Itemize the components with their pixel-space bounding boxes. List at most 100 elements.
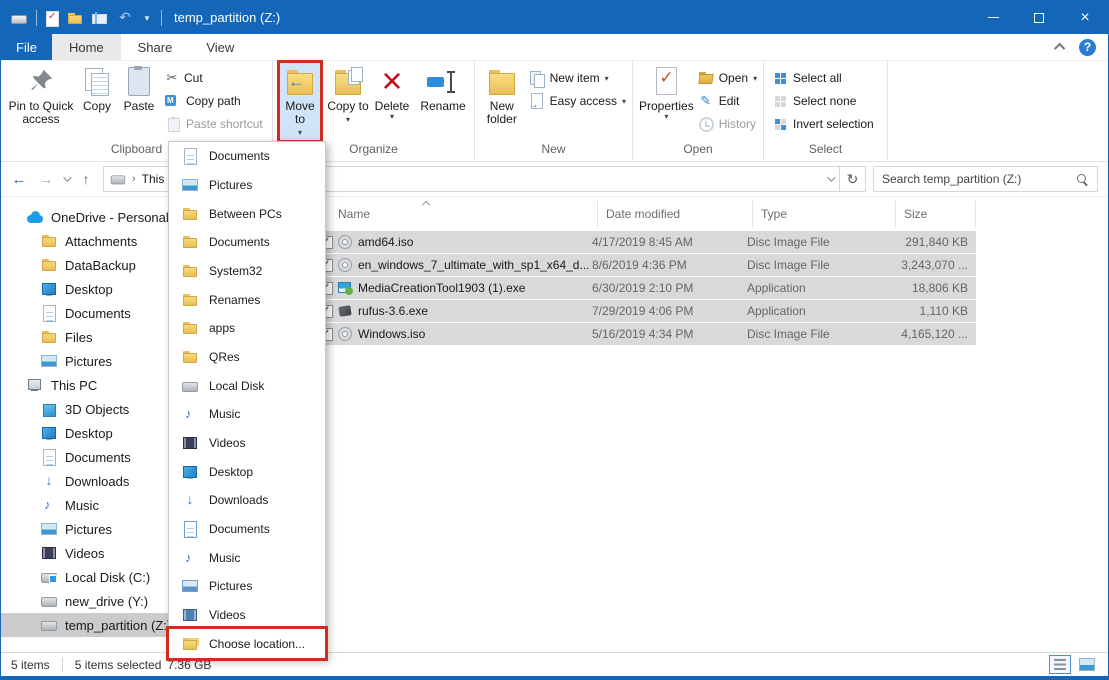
new-item-icon [529, 70, 545, 86]
select-all-button[interactable]: Select all [770, 69, 878, 87]
collapse-ribbon-icon[interactable] [1054, 43, 1065, 54]
menu-item-icon [182, 177, 198, 193]
new-folder-quick-icon[interactable] [67, 10, 83, 26]
menu-item[interactable]: Music [169, 400, 325, 429]
back-button[interactable]: ← [9, 171, 29, 188]
menu-item[interactable]: Documents [169, 515, 325, 544]
copy-button[interactable]: Copy [77, 63, 117, 140]
new-item-button[interactable]: New item▾ [525, 69, 630, 87]
menu-item[interactable]: Videos [169, 601, 325, 630]
maximize-button[interactable] [1016, 1, 1062, 34]
copy-path-icon [165, 93, 181, 109]
file-row[interactable]: amd64.iso 4/17/2019 8:45 AM Disc Image F… [319, 231, 976, 253]
minimize-button[interactable] [970, 1, 1016, 34]
sidebar-item-icon [41, 329, 57, 345]
cut-button[interactable]: ✂ Cut [161, 69, 267, 87]
menu-item[interactable]: Between PCs [169, 199, 325, 228]
file-size: 3,243,070 ... [890, 258, 968, 272]
search-input[interactable] [882, 172, 1070, 186]
select-none-button[interactable]: Select none [770, 92, 878, 110]
address-dropdown-icon[interactable] [827, 173, 835, 181]
sidebar-item-label: This PC [51, 378, 97, 393]
rename-button[interactable]: Rename [415, 63, 471, 140]
forward-button[interactable]: → [36, 171, 56, 188]
close-button[interactable]: × [1062, 1, 1108, 34]
tab-file[interactable]: File [1, 34, 52, 60]
selection-count: 5 items selected [75, 658, 162, 672]
edit-button[interactable]: ✎ Edit [694, 92, 761, 110]
menu-item[interactable]: Pictures [169, 171, 325, 200]
refresh-button[interactable]: ↻ [840, 166, 866, 192]
sidebar-item-label: Music [65, 498, 99, 513]
tab-home[interactable]: Home [52, 34, 121, 60]
pin-to-quick-access-button[interactable]: Pin to Quick access [5, 63, 77, 140]
history-button[interactable]: History [694, 115, 761, 133]
new-folder-icon [486, 66, 518, 98]
large-icons-view-button[interactable] [1076, 655, 1098, 674]
breadcrumb-chevron: › [132, 173, 136, 185]
paste-shortcut-button[interactable]: Paste shortcut [161, 115, 267, 133]
column-header-date-modified[interactable]: Date modified [598, 201, 753, 227]
history-icon [698, 116, 714, 132]
move-to-button[interactable]: ← Move to▾ [280, 63, 320, 140]
file-row[interactable]: rufus-3.6.exe 7/29/2019 4:06 PM Applicat… [319, 300, 976, 322]
menu-item-icon [182, 550, 198, 566]
file-row[interactable]: MediaCreationTool1903 (1).exe 6/30/2019 … [319, 277, 976, 299]
menu-item-icon [182, 406, 198, 422]
file-row[interactable]: en_windows_7_ultimate_with_sp1_x64_d... … [319, 254, 976, 276]
delete-button[interactable]: × Delete▾ [369, 63, 415, 140]
paste-button[interactable]: Paste [117, 63, 161, 140]
open-button[interactable]: Open▾ [694, 69, 761, 87]
menu-item-icon [182, 607, 198, 623]
menu-item[interactable]: Documents [169, 142, 325, 171]
column-header-size[interactable]: Size [896, 201, 976, 227]
sidebar-item-label: Desktop [65, 282, 113, 297]
menu-item[interactable]: apps [169, 314, 325, 343]
menu-item[interactable]: Documents [169, 228, 325, 257]
copy-path-button[interactable]: Copy path [161, 92, 267, 110]
menu-item[interactable]: Pictures [169, 572, 325, 601]
column-header-name[interactable]: Name [319, 201, 598, 227]
invert-selection-button[interactable]: Invert selection [770, 115, 878, 133]
qat-separator [161, 10, 162, 26]
recent-locations-icon[interactable] [63, 173, 71, 181]
menu-item[interactable]: Desktop [169, 457, 325, 486]
tab-view[interactable]: View [189, 34, 251, 60]
pin-icon [25, 66, 57, 98]
copy-to-icon [332, 66, 364, 98]
menu-item[interactable]: Videos [169, 429, 325, 458]
properties-quick-icon[interactable] [46, 10, 58, 26]
file-row[interactable]: Windows.iso 5/16/2019 4:34 PM Disc Image… [319, 323, 976, 345]
menu-item[interactable]: Choose location... [169, 629, 325, 658]
search-box[interactable] [873, 166, 1098, 192]
copy-to-button[interactable]: Copy to▾ [327, 63, 369, 140]
easy-access-button[interactable]: Easy access▾ [525, 92, 630, 110]
sidebar-item-label: 3D Objects [65, 402, 129, 417]
menu-item-icon [182, 578, 198, 594]
new-folder-button[interactable]: New folder [483, 63, 521, 140]
file-date-modified: 6/30/2019 2:10 PM [592, 281, 747, 295]
details-view-button[interactable] [1049, 655, 1071, 674]
menu-item[interactable]: Local Disk [169, 371, 325, 400]
column-header-type[interactable]: Type [753, 201, 896, 227]
search-icon[interactable] [1076, 173, 1089, 186]
help-icon[interactable]: ? [1079, 39, 1096, 56]
menu-item-icon [182, 292, 198, 308]
file-type: Disc Image File [747, 327, 890, 341]
menu-item[interactable]: Music [169, 543, 325, 572]
undo-icon[interactable]: ↶ [117, 10, 133, 26]
menu-item[interactable]: QRes [169, 343, 325, 372]
file-size: 291,840 KB [890, 235, 968, 249]
properties-button[interactable]: ✓ Properties▾ [639, 63, 694, 140]
menu-item[interactable]: Downloads [169, 486, 325, 515]
up-button[interactable]: ↑ [76, 171, 96, 187]
menu-item[interactable]: System32 [169, 257, 325, 286]
qat-dropdown-icon[interactable]: ▾ [142, 10, 152, 26]
tab-share[interactable]: Share [121, 34, 190, 60]
location-drive-icon [111, 172, 125, 186]
sidebar-item-icon [41, 473, 57, 489]
menu-item[interactable]: Renames [169, 285, 325, 314]
file-name: rufus-3.6.exe [353, 304, 592, 318]
rename-quick-icon[interactable] [92, 10, 108, 26]
select-all-icon [774, 70, 788, 86]
